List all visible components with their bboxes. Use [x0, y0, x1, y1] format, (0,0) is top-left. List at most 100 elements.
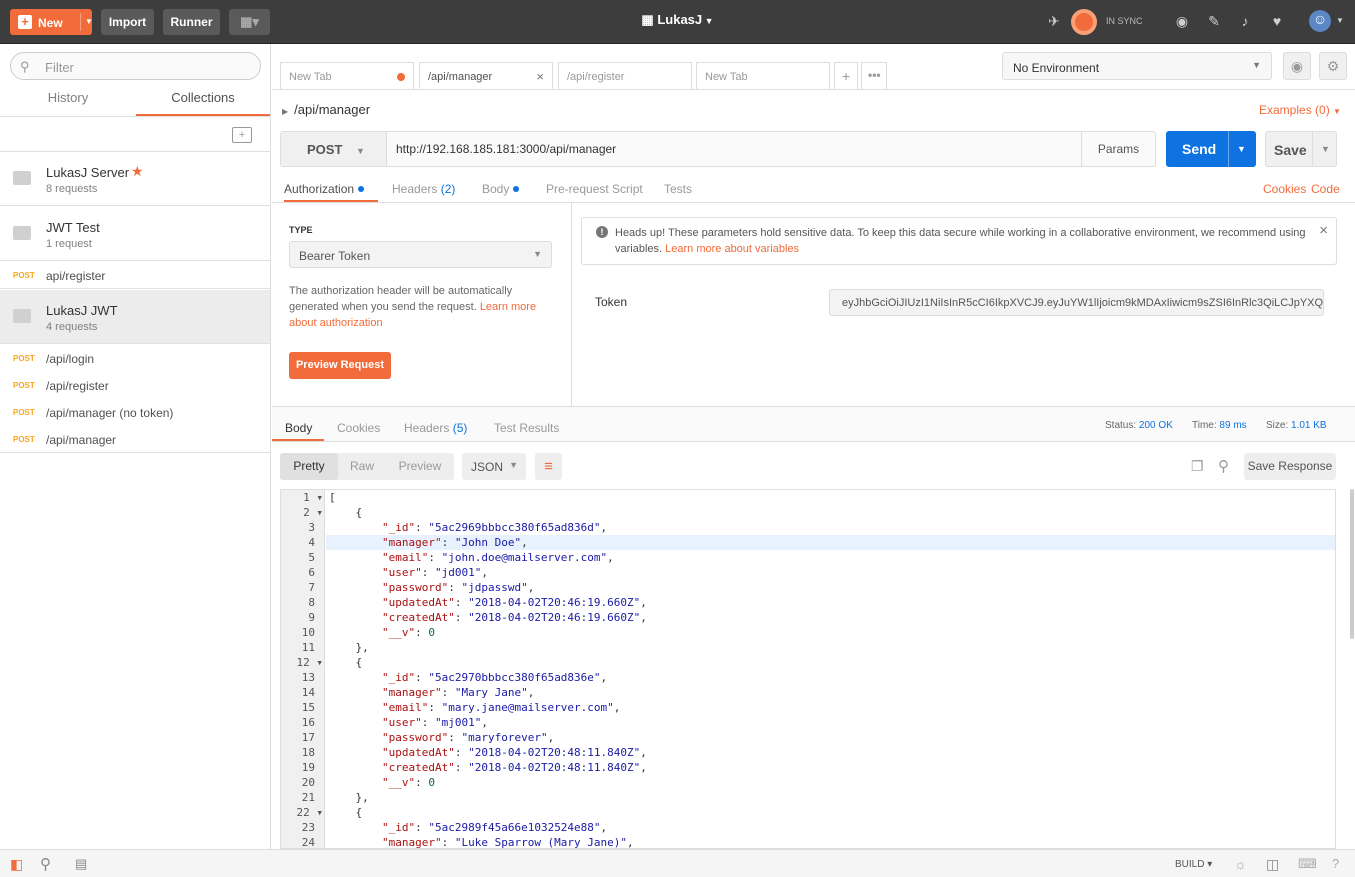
code-link[interactable]: Code [1311, 182, 1340, 202]
workspace-switcher[interactable]: ▦ LukasJ ▼ [560, 12, 795, 28]
close-icon[interactable]: × [536, 69, 544, 84]
method-select[interactable]: POST ▼ [281, 132, 387, 166]
new-button[interactable]: + New ▼ [10, 9, 93, 35]
learn-more-link[interactable]: Learn more [480, 301, 536, 313]
keyboard-icon[interactable]: ⌨ [1298, 856, 1317, 872]
save-response-button[interactable]: Save Response [1244, 453, 1336, 480]
variables-link[interactable]: Learn more about variables [665, 243, 799, 255]
request-path: /api/manager [46, 433, 117, 447]
help-icon[interactable]: ? [1332, 856, 1339, 871]
sync-icon[interactable] [1071, 9, 1097, 35]
token-input[interactable]: eyJhbGciOiJIUzI1NiIsInR5cCI6IkpXVCJ9.eyJ… [829, 289, 1324, 316]
filter-input[interactable]: ⚲ Filter [10, 52, 261, 80]
runner-button[interactable]: Runner [163, 9, 220, 35]
send-button[interactable]: Send ▼ [1166, 131, 1256, 167]
search-icon[interactable]: ⚲ [1218, 457, 1229, 475]
satellite-icon[interactable]: ✈ [1045, 12, 1063, 30]
star-icon[interactable]: ★ [131, 163, 144, 180]
request-tab[interactable]: New Tab [280, 62, 414, 89]
collection-item[interactable]: LukasJ Server ★ 8 requests [0, 152, 270, 206]
interceptor-icon[interactable]: ◉ [1173, 12, 1191, 30]
chevron-down-icon[interactable]: ▼ [1312, 132, 1330, 166]
request-name: /api/manager [294, 102, 371, 117]
scrollbar[interactable] [1350, 489, 1354, 639]
request-item[interactable]: POST /api/login [0, 345, 270, 372]
time-label: Time: [1192, 420, 1217, 431]
view-pretty-button[interactable]: Pretty [280, 453, 338, 480]
tab-headers[interactable]: Headers (2) [392, 182, 455, 202]
preview-request-button[interactable]: Preview Request [289, 352, 391, 379]
chevron-down-icon[interactable]: ▼ [1228, 131, 1246, 167]
code-line: "email": "mary.jane@mailserver.com", [381, 701, 621, 714]
format-select[interactable]: JSON ▼ [462, 453, 526, 480]
line-number: 11 [301, 641, 315, 654]
chevron-down-icon: ▼ [356, 146, 365, 156]
tab-history[interactable]: History [0, 91, 136, 116]
build-menu[interactable]: BUILD ▾ [1175, 859, 1212, 870]
learn-more-link[interactable]: about authorization [289, 317, 383, 329]
request-tab[interactable]: New Tab [696, 62, 830, 89]
request-item[interactable]: POST /api/manager [0, 426, 270, 453]
bell-icon[interactable]: ♪ [1236, 12, 1254, 30]
bulb-icon[interactable]: ☼ [1234, 856, 1247, 872]
collection-item[interactable]: JWT Test 1 request [0, 207, 270, 261]
tab-collections[interactable]: Collections [136, 91, 270, 116]
sidebar-toggle-icon[interactable]: ◧ [10, 856, 23, 873]
copy-icon[interactable]: ❐ [1191, 458, 1204, 475]
request-tab-active[interactable]: /api/manager × [419, 62, 553, 89]
view-raw-button[interactable]: Raw [338, 453, 386, 480]
response-body-editor[interactable]: 1 ▾ 2 ▾ 3 4 5 6 7 8 9 10 11 12 ▾ 13 14 15 16 17 18 19 20 21 2… [280, 489, 1336, 849]
line-number: 7 [308, 581, 315, 594]
code-line: "user": "jd001", [381, 566, 488, 579]
size-label: Size: [1266, 420, 1289, 431]
wrench-icon[interactable]: ✎ [1205, 12, 1223, 30]
request-item[interactable]: POST api/register [0, 262, 270, 289]
notice-text: Heads up! These parameters hold sensitiv… [615, 225, 1310, 257]
json-value: 0 [428, 626, 435, 639]
request-tab[interactable]: /api/register [558, 62, 692, 89]
cookies-link[interactable]: Cookies [1263, 182, 1306, 202]
tab-prerequest-script[interactable]: Pre-request Script [546, 182, 643, 202]
url-bar: POST ▼ http://192.168.185.181:3000/api/m… [280, 131, 1156, 167]
params-button[interactable]: Params [1081, 132, 1155, 166]
console-icon[interactable]: ▤ [75, 856, 87, 872]
url-input[interactable]: http://192.168.185.181:3000/api/manager [396, 142, 616, 156]
tab-body[interactable]: Body [482, 182, 520, 202]
line-number: 13 [301, 671, 315, 684]
request-item[interactable]: POST /api/manager (no token) [0, 399, 270, 426]
tab-authorization[interactable]: Authorization [284, 182, 378, 202]
chevron-down-icon[interactable]: ▼ [1331, 12, 1349, 30]
info-icon: ! [596, 226, 608, 238]
request-item[interactable]: POST /api/register [0, 372, 270, 399]
breadcrumb[interactable]: ▶ /api/manager [282, 102, 370, 117]
new-window-button[interactable]: ▦▾ [229, 9, 270, 35]
more-tabs-button[interactable]: ••• [861, 62, 887, 89]
close-icon[interactable]: × [1319, 222, 1328, 239]
heart-icon[interactable]: ♥ [1268, 12, 1286, 30]
tab-label: Headers [404, 421, 450, 435]
import-button[interactable]: Import [101, 9, 154, 35]
code-line: "email": "john.doe@mailserver.com", [381, 551, 614, 564]
tab-tests[interactable]: Tests [664, 182, 692, 202]
avatar[interactable]: ☺ [1309, 10, 1331, 32]
code-line: "createdAt": "2018-04-02T20:48:11.840Z", [381, 761, 647, 774]
examples-dropdown[interactable]: Examples (0) ▼ [1259, 103, 1341, 117]
eye-icon[interactable]: ◉ [1283, 52, 1311, 80]
collection-item[interactable]: LukasJ JWT 4 requests [0, 290, 270, 344]
tab-response-headers[interactable]: Headers (5) [404, 421, 467, 435]
tab-response-body[interactable]: Body [272, 407, 324, 441]
tab-test-results[interactable]: Test Results [494, 421, 559, 435]
gear-icon[interactable]: ⚙ [1319, 52, 1347, 80]
tab-response-cookies[interactable]: Cookies [337, 421, 380, 435]
new-collection-icon[interactable]: + [232, 127, 252, 143]
add-tab-button[interactable]: + [834, 62, 858, 89]
view-preview-button[interactable]: Preview [390, 453, 450, 480]
chevron-down-icon[interactable]: ▼ [80, 13, 93, 31]
auth-type-select[interactable]: Bearer Token ▼ [289, 241, 552, 268]
wrap-lines-icon[interactable]: ≡ [535, 453, 562, 480]
environment-select[interactable]: No Environment ▼ [1002, 52, 1272, 80]
two-pane-icon[interactable]: ◫ [1266, 856, 1279, 873]
save-button[interactable]: Save ▼ [1265, 131, 1337, 167]
search-icon[interactable]: ⚲ [40, 855, 51, 873]
json-key: "updatedAt" [381, 746, 455, 759]
